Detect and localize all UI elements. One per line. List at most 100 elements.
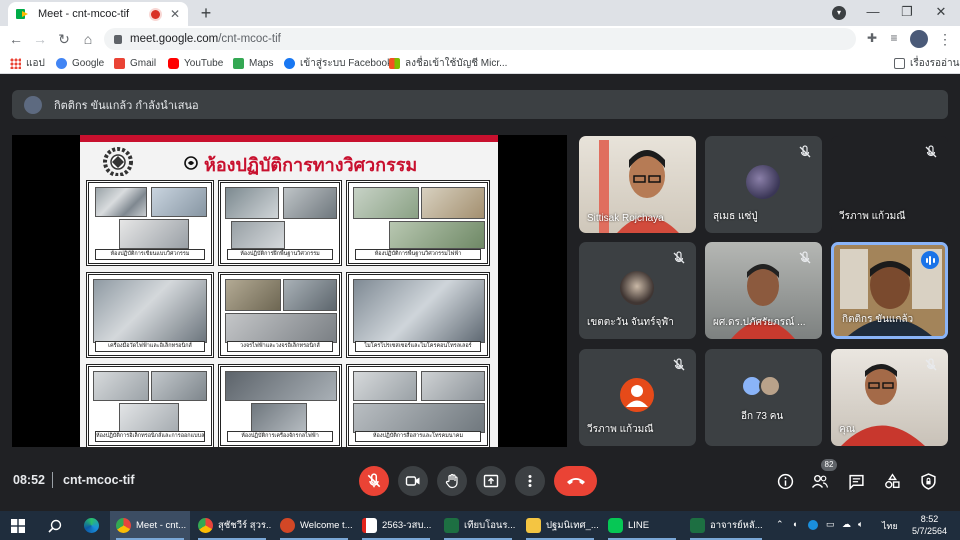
participant-tile[interactable]: เขตตะวัน จันทร์จุฬำ — [579, 242, 696, 339]
taskbar-window[interactable]: อาจารย์หลั... — [684, 511, 768, 540]
taskbar-window[interactable]: เทียบโอนร... — [438, 511, 518, 540]
mic-off-icon — [925, 358, 937, 371]
window-close-button[interactable]: ✕ — [924, 0, 958, 26]
start-button[interactable] — [0, 511, 36, 540]
excel-icon — [690, 518, 705, 533]
minimize-button[interactable]: — — [856, 0, 890, 26]
browser-menu-icon[interactable]: ⋮ — [938, 30, 952, 48]
raise-hand-button[interactable] — [437, 466, 467, 496]
participant-name: วีรภาพ แก้วมณี — [587, 424, 654, 435]
tab-search-icon[interactable]: ▾ — [832, 6, 846, 20]
home-button[interactable]: ⌂ — [78, 29, 98, 49]
activities-button[interactable] — [882, 471, 902, 491]
taskbar-window[interactable]: 2563-วสบ... — [356, 511, 436, 540]
taskbar-window[interactable]: ปฐมนิเทศ_... — [520, 511, 600, 540]
chat-button[interactable] — [846, 471, 866, 491]
mic-off-icon — [673, 358, 685, 371]
speaking-indicator-icon — [921, 251, 939, 269]
leave-call-button[interactable] — [554, 466, 597, 496]
participant-tile[interactable]: Sittisak Rojchaya — [579, 136, 696, 233]
present-now-button[interactable] — [476, 466, 506, 496]
participant-tile-active-speaker[interactable]: กิตติกร ขันแกล้ว — [831, 242, 948, 339]
bookmark-google[interactable]: Google — [56, 56, 104, 70]
camera-toggle-button[interactable] — [398, 466, 428, 496]
url-host: meet.google.com — [130, 33, 219, 45]
slide-photo-cell: ห้องปฏิบัติการฝึกพื้นฐานวิศวกรรม — [218, 180, 342, 266]
bookmark-label: แอป — [26, 57, 45, 69]
new-tab-button[interactable]: + — [196, 3, 216, 23]
people-button[interactable] — [810, 471, 830, 491]
back-button[interactable]: ← — [6, 29, 26, 49]
taskbar-label: LINE — [628, 520, 650, 531]
taskbar-window[interactable]: Welcome t... — [274, 511, 354, 540]
slide-photo-cell: เครื่องมือวัดไฟฟ้าและอิเล็กทรอนิกส์ — [86, 272, 214, 358]
onedrive-icon[interactable]: ☁ — [842, 519, 851, 530]
activities-shapes-icon — [884, 472, 900, 488]
tab-title: Meet - cnt-mcoc-tif — [38, 8, 130, 20]
taskbar-label: 2563-วสบ... — [382, 520, 432, 531]
meeting-details-button[interactable] — [775, 471, 795, 491]
presenter-banner: กิตติกร ขันแกล้ว กำลังนำเสนอ — [12, 90, 948, 119]
input-language[interactable]: ไทย — [882, 519, 898, 533]
taskbar-window[interactable]: Meet - cnt... — [110, 511, 190, 540]
participant-tile[interactable]: สุเมธ แซ่ปู่ — [705, 136, 822, 233]
network-icon[interactable]: ▭ — [826, 519, 835, 530]
slide-photo-cell: วงจรไฟฟ้าและวงจรอิเล็กทรอนิกส์ — [218, 272, 342, 358]
tab-close-icon[interactable]: ✕ — [170, 7, 180, 21]
reading-list-label: เรื่องรออ่าน — [910, 57, 960, 69]
taskbar-clock[interactable]: 8:52 5/7/2564 — [912, 513, 947, 537]
taskbar-label: ปฐมนิเทศ_... — [546, 520, 599, 531]
bookmark-label: YouTube — [184, 57, 224, 69]
bookmark-youtube[interactable]: YouTube — [168, 56, 223, 70]
edge-taskbar-button[interactable] — [74, 511, 108, 540]
speaker-icon[interactable]: 🔈︎ — [858, 519, 863, 530]
mic-toggle-button[interactable] — [359, 466, 389, 496]
profile-avatar[interactable] — [910, 30, 928, 48]
slide-caption: ไมโครโปรเซสเซอร์และไมโครคอนโทรลเลอร์ — [355, 341, 481, 352]
browser-tab-meet[interactable]: Meet - cnt-mcoc-tif ✕ — [8, 2, 188, 26]
chrome-icon — [116, 518, 131, 533]
browser-toolbar: ← → ↻ ⌂ meet.google.com/cnt-mcoc-tif ■ ☆ — [0, 26, 960, 72]
facebook-icon — [284, 57, 295, 69]
participant-tile[interactable]: วีรภาพ แก้วมณี — [579, 349, 696, 446]
slide-caption: ห้องปฏิบัติการพื้นฐานวิศวกรรมไฟฟ้า — [355, 249, 481, 260]
volume-icon[interactable]: ◖ — [792, 519, 797, 529]
bookmark-gmail[interactable]: Gmail — [114, 56, 156, 70]
mic-off-icon — [367, 473, 381, 488]
forward-button[interactable]: → — [30, 29, 50, 49]
taskbar-window[interactable]: LINE — [602, 511, 682, 540]
bookmark-microsoft[interactable]: ลงชื่อเข้าใช้บัญชี Micr... — [389, 56, 507, 70]
self-view-tile[interactable]: คุณ — [831, 349, 948, 446]
media-control-icon[interactable]: ≡ — [886, 31, 902, 45]
extensions-icon[interactable]: ✚ — [864, 31, 880, 45]
slide-photo-cell: ห้องปฏิบัติการอิเล็กทรอนิกส์และการออกแบบ… — [86, 364, 214, 448]
browser-tab-strip: Meet - cnt-mcoc-tif ✕ + ▾ — ❐ ✕ — [0, 0, 960, 26]
address-bar[interactable]: meet.google.com/cnt-mcoc-tif — [104, 28, 856, 50]
participant-tile[interactable]: ผศ.ดร.ปภัศรัยภรณ์ ... — [705, 242, 822, 339]
reload-button[interactable]: ↻ — [54, 29, 74, 49]
slide-caption: ห้องปฏิบัติการเขียนแบบวิศวกรรม — [95, 249, 205, 260]
reading-list-button[interactable]: เรื่องรออ่าน — [894, 56, 960, 70]
host-controls-button[interactable] — [918, 471, 938, 491]
search-button[interactable] — [40, 511, 70, 540]
hand-icon — [445, 473, 458, 489]
maximize-button[interactable]: ❐ — [890, 0, 924, 26]
bookmark-apps[interactable]: แอป — [10, 56, 45, 70]
chat-icon — [848, 474, 864, 490]
slide-caption: ห้องปฏิบัติการอิเล็กทรอนิกส์และการออกแบบ… — [95, 431, 205, 442]
participant-avatar — [759, 375, 781, 397]
bookmark-label: Gmail — [130, 57, 157, 69]
bookmarks-bar: แอป Google Gmail YouTube Maps เข้าสู่ระบ… — [0, 52, 960, 74]
taskbar-label: สุชัชวีร์ สุวร... — [218, 520, 272, 531]
more-participants-tile[interactable]: อีก 73 คน — [705, 349, 822, 446]
more-options-button[interactable] — [515, 466, 545, 496]
slide-caption: ห้องปฏิบัติการสื่อสารและโทรคมนาคม — [355, 431, 481, 442]
skype-icon[interactable] — [808, 520, 818, 530]
google-icon — [56, 57, 67, 69]
presentation-stage[interactable]: ห้องปฏิบัติการทางวิศวกรรม ห้องปฏิบัติการ… — [12, 135, 567, 448]
taskbar-window[interactable]: สุชัชวีร์ สุวร... — [192, 511, 272, 540]
show-hidden-icons[interactable]: ⌃ — [776, 519, 784, 530]
bookmark-facebook[interactable]: เข้าสู่ระบบ Facebook — [284, 56, 392, 70]
participant-tile[interactable]: วีรภาพ แก้วมณี — [831, 136, 948, 233]
bookmark-maps[interactable]: Maps — [233, 56, 273, 70]
